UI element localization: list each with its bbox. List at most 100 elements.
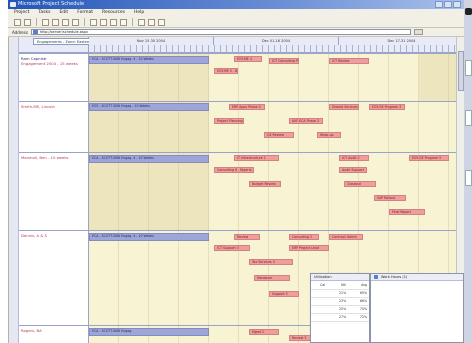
task-bar[interactable]: Handover	[254, 275, 290, 281]
task-bar[interactable]: ERP Apps Phase 4	[229, 104, 265, 110]
task-bar[interactable]: ERP Project Lead	[289, 245, 329, 251]
task-bar[interactable]: ICT Audit 2	[339, 155, 369, 161]
table-cell: 25%	[327, 305, 349, 314]
cut-button[interactable]	[90, 18, 97, 26]
task-bar[interactable]: Contract Admin	[329, 234, 363, 240]
panel-title: Work Hours (1)	[381, 275, 408, 279]
table-row: 27% 72%	[311, 313, 369, 322]
view-tab[interactable]: Engagements - Zone: Eastern	[33, 38, 95, 45]
task-bar[interactable]: ICT Support 3	[214, 245, 250, 251]
menu-item-help[interactable]: Help	[134, 9, 144, 17]
task-bar[interactable]: ECA - SCOTT-SKW Engag. 4 - 10 Weeks	[89, 155, 209, 163]
task-bar[interactable]: Consulting 6 - Nigeria	[214, 167, 254, 173]
side-card[interactable]	[465, 60, 472, 76]
task-bar[interactable]: Closeout	[344, 181, 376, 187]
resource-name: Smith-ME, Lincoln	[21, 104, 55, 109]
paste-button[interactable]	[110, 18, 117, 26]
filter-button[interactable]	[158, 18, 165, 26]
task-bar[interactable]: ECA - SCOTT-SKW Engag. 4 - 10 Weeks	[89, 233, 209, 241]
task-bar[interactable]: ICT Consulting Phase 4	[269, 58, 299, 64]
task-bar[interactable]: Review	[234, 234, 260, 240]
table-cell	[311, 289, 328, 298]
day-ticks	[89, 45, 465, 53]
toolbar-divider	[84, 18, 85, 26]
task-bar[interactable]: EGY-ME 5 - Nigeria	[214, 68, 238, 74]
resource-header: Engagements - Zone: Eastern	[19, 37, 95, 53]
menu-item-resources[interactable]: Resources	[102, 9, 125, 17]
table-cell	[311, 305, 328, 314]
forward-button[interactable]	[24, 18, 31, 26]
resource-row: Marshall, Ben - 10 weeks ECA - SCOTT-SKW…	[19, 152, 465, 230]
task-bar[interactable]: Budget Review	[249, 181, 281, 187]
minimize-button[interactable]	[435, 1, 443, 8]
task-bar[interactable]: Project Planning	[214, 118, 244, 124]
timeline-grid: ECA - SCOTT-SKW Engag. 4 - 10 Weeks IT I…	[89, 153, 465, 230]
resource-name-cell[interactable]: Ram Capnistr Engagement 2004 - 15 weeks	[19, 54, 89, 101]
task-bar[interactable]: SAP Rollout	[374, 195, 406, 201]
table-cell	[311, 313, 328, 322]
task-bar[interactable]: Tax Services 4	[249, 259, 293, 265]
resource-name-cell[interactable]: Dennis, A & S	[19, 231, 89, 325]
resource-row: Smith-ME, Lincoln EGY - SCOTT SKW Engag …	[19, 101, 465, 152]
maximize-button[interactable]	[444, 1, 452, 8]
print-button[interactable]	[72, 18, 79, 26]
zoom-in-button[interactable]	[138, 18, 145, 26]
task-bar[interactable]: ECA - SCOTT-SKW Engag.	[89, 328, 209, 336]
resource-name-cell[interactable]: Rogers, BA	[19, 326, 89, 343]
table-row: 23% 66%	[311, 297, 369, 306]
back-button[interactable]	[14, 18, 21, 26]
task-bar[interactable]: Shared Services 2	[329, 104, 359, 110]
zoom-out-button[interactable]	[148, 18, 155, 26]
task-bar[interactable]: Wrap-up	[317, 132, 341, 138]
side-card[interactable]	[465, 110, 472, 126]
table-cell	[311, 297, 328, 306]
timeline-span: Dec 01-16 2004	[214, 37, 339, 45]
task-bar[interactable]: ECA - SCOTT-SKW Engag. 4 - 10 Weeks	[89, 56, 209, 64]
side-card[interactable]	[465, 170, 472, 186]
close-button[interactable]	[453, 1, 461, 8]
task-bar[interactable]: Support 5	[269, 291, 299, 297]
menu-item-project[interactable]: Project	[14, 9, 29, 17]
resource-name-cell[interactable]: Marshall, Ben - 10 weeks	[19, 153, 89, 230]
menu-item-edit[interactable]: Edit	[59, 9, 68, 17]
task-bar[interactable]: AVF-ECA Phase 2	[289, 118, 323, 124]
address-input[interactable]: http://server/schedule.aspx	[30, 29, 411, 35]
task-bar[interactable]: ICT Review	[329, 58, 369, 64]
resource-name-cell[interactable]: Smith-ME, Lincoln	[19, 102, 89, 152]
panel-header: Work Hours (1)	[371, 274, 463, 281]
app-icon	[10, 2, 16, 7]
task-bar[interactable]: IT Infrastructure 1	[234, 155, 279, 161]
nonworking-shade	[89, 153, 209, 230]
timeline-span: Dec 17-31 2004	[339, 37, 465, 45]
address-label: Address	[12, 29, 28, 35]
task-bar[interactable]: EGY-GE Program 5	[409, 155, 449, 161]
undo-button[interactable]	[120, 18, 127, 26]
task-bar[interactable]: Final Report	[389, 209, 425, 215]
task-bar[interactable]: Q4 Review	[264, 132, 294, 138]
new-button[interactable]	[42, 18, 49, 26]
table-cell: 72%	[348, 313, 369, 322]
timeline-header: Nov 15-30 2004 Dec 01-16 2004 Dec 17-31 …	[89, 37, 465, 53]
task-bar[interactable]: Audit Support	[339, 167, 367, 173]
work-hours-panel: Work Hours (1)	[370, 273, 464, 343]
task-bar[interactable]: EGY-ME 4	[234, 56, 262, 62]
column-header: Util	[327, 281, 349, 290]
table-row: 21% 65%	[311, 289, 369, 298]
menu-item-format[interactable]: Format	[77, 9, 93, 17]
go-button[interactable]	[413, 29, 423, 35]
menu-bar: Project Tasks Edit Format Resources Help	[8, 9, 464, 17]
save-button[interactable]	[62, 18, 69, 26]
toolbar-divider	[132, 18, 133, 26]
table-cell: 21%	[327, 289, 349, 298]
task-bar[interactable]: EGY - SCOTT SKW Engag - 10 Weeks	[89, 103, 209, 111]
address-bar: Address http://server/schedule.aspx	[8, 28, 464, 37]
open-button[interactable]	[52, 18, 59, 26]
task-bar[interactable]: Mgmt 2	[249, 329, 279, 335]
panel-icon	[374, 275, 378, 279]
menu-item-tasks[interactable]: Tasks	[38, 9, 50, 17]
table-cell: 23%	[327, 297, 349, 306]
copy-button[interactable]	[100, 18, 107, 26]
task-bar[interactable]: Consulting 2	[289, 234, 319, 240]
task-bar[interactable]: EGY-GE Program 3	[369, 104, 405, 110]
close-icon[interactable]	[465, 8, 472, 15]
